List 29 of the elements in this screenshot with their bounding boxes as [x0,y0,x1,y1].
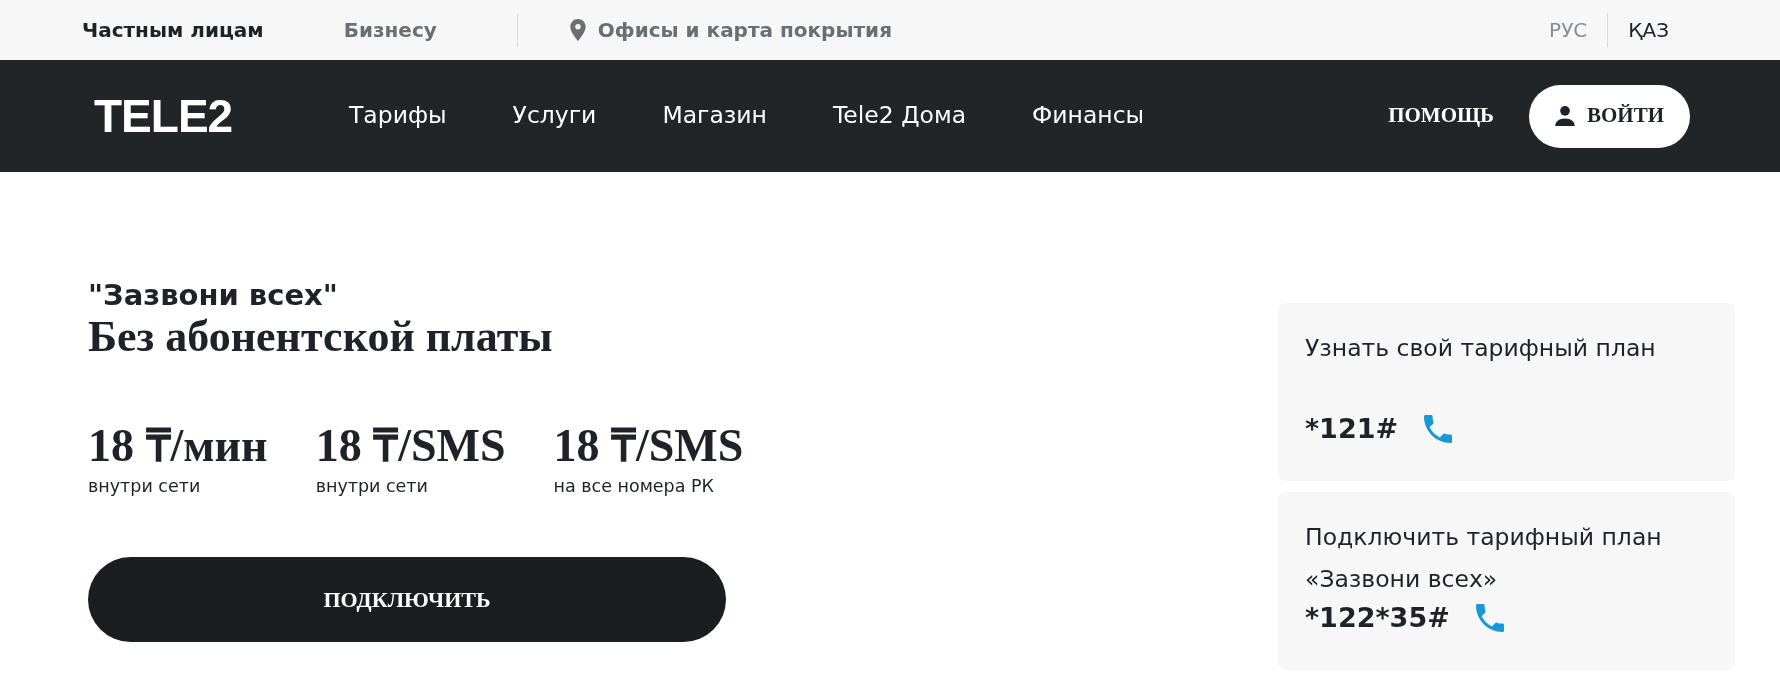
ussd-code: *121# [1305,412,1399,446]
price-value: 18 ₸/мин [88,421,268,471]
nav-link[interactable]: Услуги [512,98,597,134]
ussd-code: *122*35# [1305,601,1450,635]
tariff-name: "Зазвони всех" [88,277,338,313]
tele2-logo[interactable]: TELE2 [94,93,230,139]
audience-tab[interactable]: Бизнесу [343,15,437,45]
nav-link[interactable]: Тарифы [349,98,447,134]
price-note: внутри сети [315,475,429,497]
phone-icon[interactable] [1475,604,1504,632]
nav-link[interactable]: Tele2 Дома [832,98,967,134]
nav-link[interactable]: Магазин [662,98,767,134]
tariff-headline: Без абонентской платы [88,313,553,361]
login-button[interactable]: ВОЙТИ [1528,84,1690,148]
nav-link[interactable]: Финансы [1032,98,1145,134]
help-link[interactable]: ПОМОЩЬ [1388,100,1494,132]
audience-tab[interactable]: Частным лицам [82,15,264,45]
connect-button[interactable]: ПОДКЛЮЧИТЬ [88,557,726,642]
card-title: Подключить тарифный план «Зазвони всех» [1305,522,1663,595]
phone-icon[interactable] [1424,415,1453,443]
language-link[interactable]: ҚАЗ [1608,15,1669,45]
price-note: внутри сети [88,475,202,497]
price-note: на все номера РК [553,475,715,497]
price-value: 18 ₸/SMS [553,421,744,471]
offices-link[interactable]: Офисы и карта покрытия [569,15,892,45]
location-pin-icon [569,19,586,41]
price-value: 18 ₸/SMS [315,421,506,471]
user-icon [1554,106,1575,126]
card-title: Узнать свой тарифный план [1305,333,1657,364]
